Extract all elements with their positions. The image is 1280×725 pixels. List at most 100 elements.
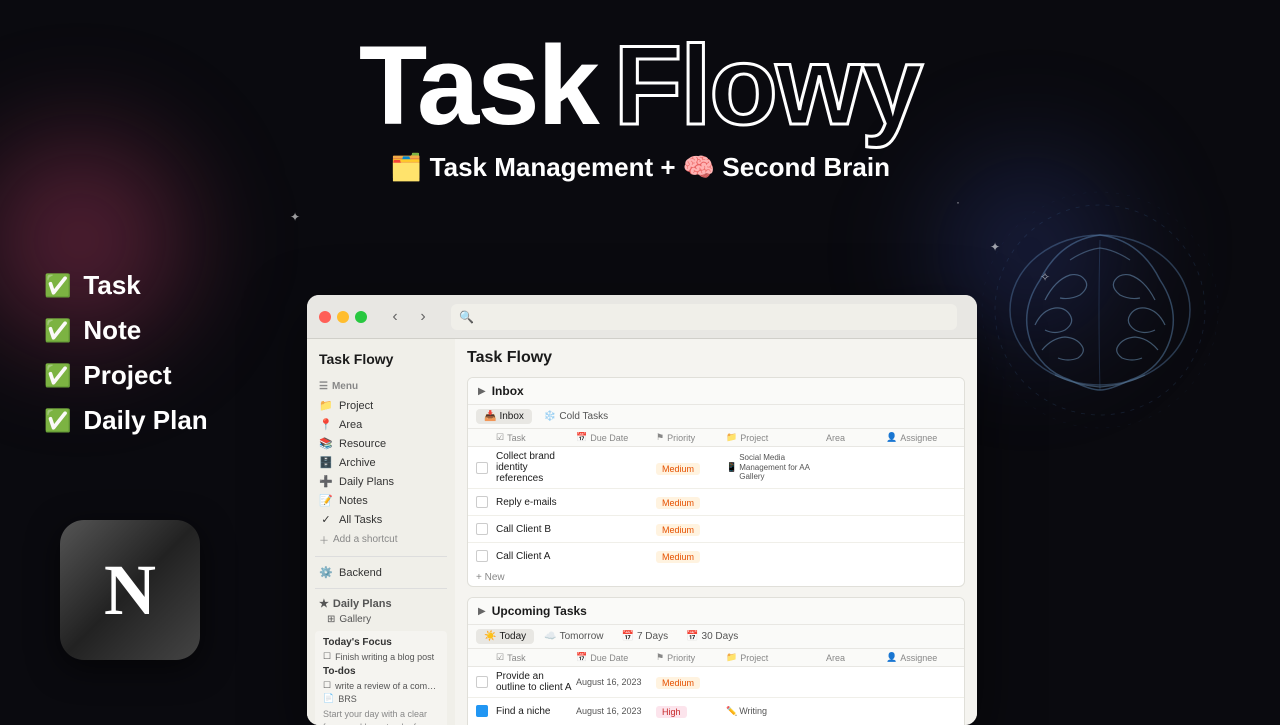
col-project: 📁 Project <box>726 432 826 443</box>
task-name-4: Call Client A <box>496 551 576 562</box>
todays-focus-item: ☐ Finish writing a blog post <box>323 651 439 662</box>
inbox-section-header[interactable]: ▶ Inbox <box>468 378 964 405</box>
features-list: ✅ Task ✅ Note ✅ Project ✅ Daily Plan <box>44 270 208 450</box>
feature-label-project: Project <box>83 360 171 391</box>
sidebar-item-project[interactable]: 📁 Project <box>315 396 447 415</box>
inbox-add-row[interactable]: + New <box>468 569 964 586</box>
upcoming-tab-today[interactable]: ☀️ Today <box>476 629 534 644</box>
inbox-table-header: ☑ Task 📅 Due Date ⚑ Priority <box>468 429 964 447</box>
minimize-button[interactable] <box>337 311 349 323</box>
writing-icon: ✏️ <box>726 706 737 717</box>
up-project-icon: 📁 <box>726 652 737 663</box>
up-priority-1: Medium <box>656 673 726 691</box>
gallery-icon: ⊞ <box>327 614 335 625</box>
sidebar-add-shortcut[interactable]: ＋ Add a shortcut <box>315 529 447 550</box>
up-task-name-2: Find a niche <box>496 706 576 717</box>
forward-button[interactable]: › <box>411 305 435 329</box>
up-checkbox-1[interactable] <box>476 676 488 688</box>
upcoming-toggle-icon: ▶ <box>478 606 486 617</box>
browser-window: ‹ › 🔍 Task Flowy ☰ Menu 📁 Project <box>307 295 977 725</box>
up-task-name-1: Provide an outline to client A <box>496 671 576 693</box>
app-sidebar-title: Task Flowy <box>315 351 447 367</box>
focus-checkbox-icon: ☐ <box>323 651 331 662</box>
feature-daily-plan: ✅ Daily Plan <box>44 405 208 436</box>
col-assignee: 👤 Assignee <box>886 432 956 443</box>
sidebar-divider-2 <box>315 588 447 589</box>
sidebar-item-backend[interactable]: ⚙️ Backend <box>315 563 447 582</box>
sidebar-item-notes[interactable]: 📝 Notes <box>315 491 447 510</box>
upcoming-tab-30days[interactable]: 📅 30 Days <box>678 629 746 644</box>
feature-note: ✅ Note <box>44 315 208 346</box>
inbox-toggle-icon: ▶ <box>478 386 486 397</box>
sidebar-menu-label: ☰ Menu <box>315 377 447 396</box>
sidebar-daily-plans-header[interactable]: ★ Daily Plans <box>315 595 447 612</box>
todo-checkbox-2: 📄 <box>323 693 334 704</box>
address-bar[interactable]: 🔍 <box>451 304 957 330</box>
feature-label-note: Note <box>83 315 141 346</box>
feature-label-task: Task <box>83 270 140 301</box>
browser-chrome: ‹ › 🔍 <box>307 295 977 339</box>
maximize-button[interactable] <box>355 311 367 323</box>
upcoming-table: ☑ Task 📅 Due Date ⚑ Priority <box>468 649 964 724</box>
project-icon: 📁 <box>319 399 333 412</box>
today-icon: ☀️ <box>484 631 496 642</box>
sparkle-1: ✦ <box>290 210 300 224</box>
sidebar-item-daily-plans[interactable]: ➕ Daily Plans <box>315 472 447 491</box>
sidebar-item-area[interactable]: 📍 Area <box>315 415 447 434</box>
close-button[interactable] <box>319 311 331 323</box>
up-col-due: 📅 Due Date <box>576 652 656 663</box>
inbox-tab-cold[interactable]: ❄️ Cold Tasks <box>536 409 616 424</box>
task-checkbox-4[interactable] <box>476 550 488 562</box>
up-priority-2: High <box>656 702 726 720</box>
task-checkbox-2[interactable] <box>476 496 488 508</box>
up-assignee-icon: 👤 <box>886 652 897 663</box>
search-icon: 🔍 <box>459 310 474 324</box>
task-checkbox-3[interactable] <box>476 523 488 535</box>
inbox-table: ☑ Task 📅 Due Date ⚑ Priority <box>468 429 964 569</box>
check-icon-project: ✅ <box>44 363 71 389</box>
sidebar-label-project: Project <box>339 400 373 412</box>
sidebar-label-all-tasks: All Tasks <box>339 514 382 526</box>
upcoming-tab-tomorrow[interactable]: ☁️ Tomorrow <box>536 629 611 644</box>
sidebar-item-resource[interactable]: 📚 Resource <box>315 434 447 453</box>
todays-focus-title: Today's Focus <box>323 637 439 648</box>
priority-badge-3: Medium <box>656 524 700 536</box>
title-task: Task <box>359 30 598 142</box>
inbox-section-title: Inbox <box>492 384 524 398</box>
notes-icon: 📝 <box>319 494 333 507</box>
upcoming-section-header[interactable]: ▶ Upcoming Tasks <box>468 598 964 625</box>
calendar-icon: 📅 <box>576 432 587 443</box>
sidebar-gallery[interactable]: ⊞ Gallery <box>315 612 447 627</box>
browser-content: Task Flowy ☰ Menu 📁 Project 📍 Area 📚 Res… <box>307 339 977 725</box>
task-priority-2: Medium <box>656 493 726 511</box>
inbox-icon: 📥 <box>484 411 496 422</box>
sidebar-label-archive: Archive <box>339 457 376 469</box>
feature-task: ✅ Task <box>44 270 208 301</box>
up-col-assignee: 👤 Assignee <box>886 652 956 663</box>
table-row: Call Client B Medium <box>468 516 964 543</box>
priority-icon: ⚑ <box>656 432 664 443</box>
up-priority-icon: ⚑ <box>656 652 664 663</box>
up-task-icon: ☑ <box>496 652 504 663</box>
sidebar-item-archive[interactable]: 🗄️ Archive <box>315 453 447 472</box>
sparkle-4: · <box>956 195 960 209</box>
col-area: Area <box>826 432 886 443</box>
task-checkbox-1[interactable] <box>476 462 488 474</box>
app-title: Task Flowy <box>359 30 921 142</box>
sidebar-item-all-tasks[interactable]: ✓ All Tasks <box>315 510 447 529</box>
add-shortcut-icon: ＋ <box>319 532 329 547</box>
inbox-section: ▶ Inbox 📥 Inbox ❄️ Cold Tasks <box>467 377 965 587</box>
up-checkbox-2[interactable] <box>476 705 488 717</box>
inbox-tab-inbox[interactable]: 📥 Inbox <box>476 409 532 424</box>
project-col-icon: 📁 <box>726 432 737 443</box>
tomorrow-icon: ☁️ <box>544 631 556 642</box>
up-col-project: 📁 Project <box>726 652 826 663</box>
subtitle: 🗂️ Task Management + 🧠 Second Brain <box>359 152 921 183</box>
priority-badge-4: Medium <box>656 551 700 563</box>
upcoming-tab-7days[interactable]: 📅 7 Days <box>614 629 677 644</box>
col-task: ☑ Task <box>496 432 576 443</box>
back-button[interactable]: ‹ <box>383 305 407 329</box>
task-project-1: 📱 Social Media Management for AA Gallery <box>726 453 826 482</box>
task-name-1: Collect brand identity references <box>496 451 576 484</box>
all-tasks-icon: ✓ <box>319 513 333 526</box>
